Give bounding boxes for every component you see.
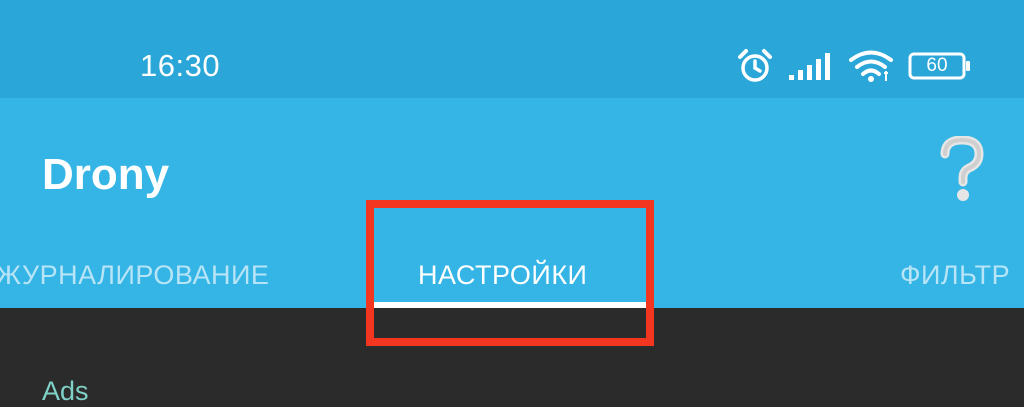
settings-content: Ads — [0, 308, 1024, 406]
app-bar: Drony — [0, 98, 1024, 246]
battery-level: 60 — [926, 55, 948, 76]
battery-icon: 60 — [908, 51, 972, 81]
app-title: Drony — [42, 150, 170, 199]
status-icons: 60 — [736, 46, 972, 86]
signal-icon — [788, 51, 834, 81]
alarm-icon — [736, 47, 774, 85]
wifi-icon — [848, 49, 894, 83]
tab-logging[interactable]: ЖУРНАЛИРОВАНИЕ — [0, 260, 269, 291]
status-bar: 16:30 60 — [0, 0, 1024, 98]
section-header-ads: Ads — [42, 376, 89, 406]
help-button[interactable] — [932, 134, 992, 210]
tab-bar: ЖУРНАЛИРОВАНИЕ НАСТРОЙКИ ФИЛЬТР — [0, 246, 1024, 308]
tab-settings[interactable]: НАСТРОЙКИ — [418, 260, 587, 291]
question-mark-icon — [939, 135, 985, 209]
status-time: 16:30 — [140, 48, 221, 83]
tab-filters[interactable]: ФИЛЬТР — [900, 260, 1010, 291]
